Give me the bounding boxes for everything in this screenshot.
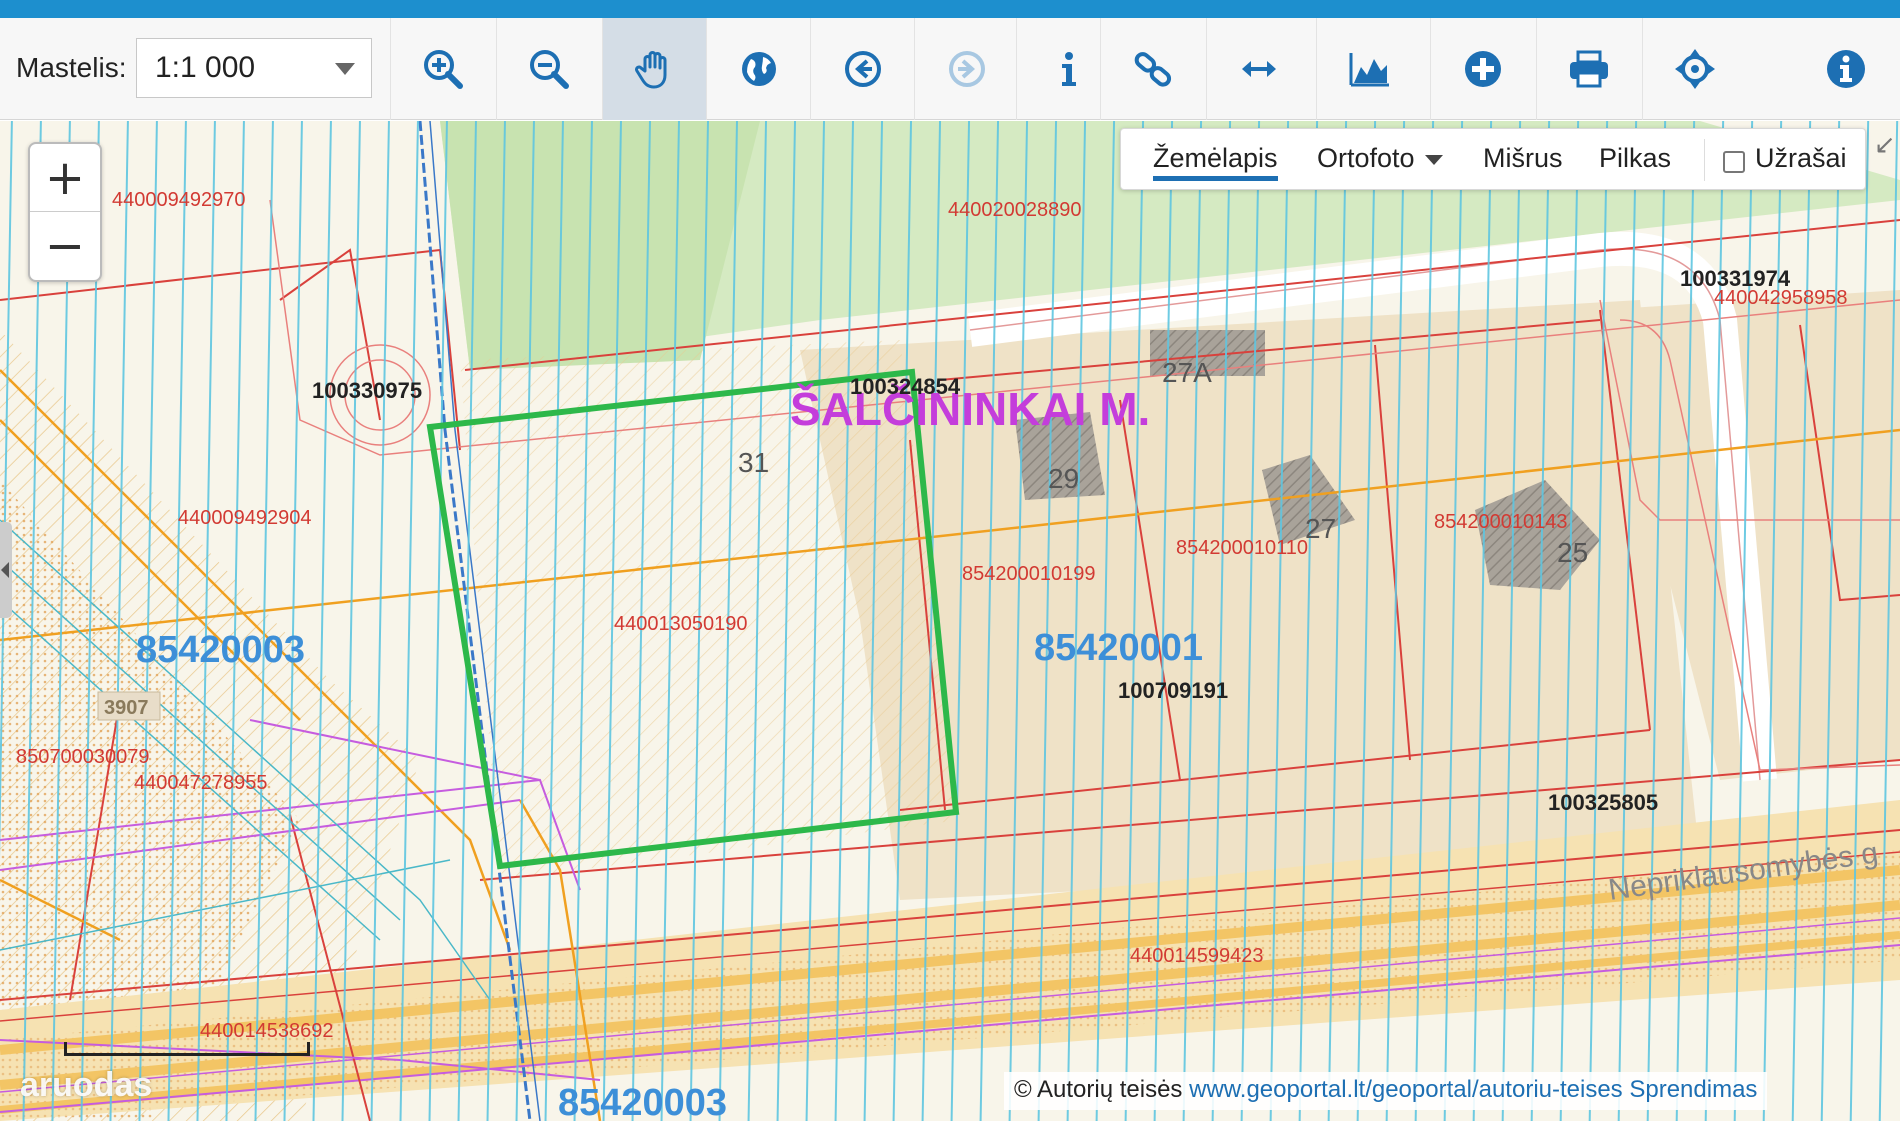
attribution-prefix: © Autorių teisės — [1014, 1076, 1183, 1103]
add-button[interactable] — [1430, 18, 1534, 120]
box-3907-label: 3907 — [104, 697, 149, 719]
object-label: 100324854 — [850, 374, 961, 399]
attribution-link[interactable]: www.geoportal.lt/geoportal/autoriu-teise… — [1189, 1076, 1623, 1103]
object-label: 100709191 — [1118, 678, 1228, 703]
town-label: ŠALČININKAI M. — [790, 383, 1150, 435]
about-button[interactable] — [1794, 18, 1898, 120]
side-panel-handle[interactable] — [0, 522, 12, 618]
basemap-misrus[interactable]: Mišrus — [1483, 143, 1563, 174]
print-icon — [1569, 50, 1608, 88]
parcel-label: 854200010143 — [1434, 511, 1567, 533]
full-extent-button[interactable] — [706, 18, 810, 120]
block-label-1: 85420003 — [136, 629, 305, 671]
parcel-label: 854200010110 — [1176, 537, 1308, 559]
top-accent-bar — [0, 0, 1900, 18]
locate-button[interactable] — [1642, 18, 1746, 120]
attribution: © Autorių teisės www.geoportal.lt/geopor… — [1004, 1072, 1768, 1110]
parcel-label: 440009492970 — [112, 189, 245, 211]
scale-label: Mastelis: — [16, 52, 127, 83]
print-button[interactable] — [1536, 18, 1640, 120]
watermark: aruodas — [20, 1066, 153, 1104]
zoom-control: + − — [28, 142, 102, 282]
notes-label: Užrašai — [1755, 143, 1847, 173]
switcher-divider — [1704, 139, 1705, 181]
zoom-out-button[interactable] — [496, 18, 600, 120]
map-canvas[interactable]: ŠALČININKAI M. Nepriklausomybės g 854200… — [0, 121, 1900, 1121]
block-label-2: 85420001 — [1034, 627, 1203, 669]
basemap-zemelapis[interactable]: Žemėlapis — [1153, 143, 1278, 181]
object-label: 100325805 — [1548, 790, 1658, 815]
map-layer: ŠALČININKAI M. Nepriklausomybės g 854200… — [0, 121, 1900, 1121]
parcel-label: 854200010199 — [962, 563, 1095, 585]
block-label-3: 85420003 — [558, 1082, 727, 1121]
house-27: 27 — [1305, 513, 1336, 544]
chevron-down-icon — [335, 63, 355, 75]
elevation-profile-icon — [1349, 53, 1389, 87]
locate-crosshair-icon — [1674, 49, 1715, 89]
stripe-overlay — [0, 121, 1900, 1121]
about-info-icon — [1827, 50, 1865, 88]
scale-value: 1:1 000 — [155, 51, 256, 84]
measure-distance-icon — [1241, 61, 1276, 77]
zoom-out-icon — [529, 50, 569, 89]
add-plus-icon — [1464, 51, 1501, 87]
info-i-icon — [1061, 52, 1076, 86]
object-label: 100331974 — [1680, 266, 1791, 291]
previous-extent-button[interactable] — [810, 18, 914, 120]
notes-checkbox[interactable] — [1723, 151, 1745, 173]
scale-select[interactable]: 1:1 000 — [136, 38, 372, 98]
house-31: 31 — [738, 447, 769, 478]
back-arrow-icon — [844, 51, 881, 87]
globe-icon — [741, 52, 776, 86]
link-button[interactable] — [1100, 18, 1204, 120]
pan-button[interactable] — [602, 18, 706, 120]
parcel-label: 440014599423 — [1130, 945, 1263, 967]
sprendimas-link[interactable]: Sprendimas — [1629, 1076, 1757, 1103]
parcel-label: 850700030079 — [16, 746, 149, 768]
zoom-in-icon — [423, 50, 463, 89]
zoom-plus-button[interactable]: + — [30, 144, 100, 212]
object-label: 100330975 — [312, 378, 422, 403]
parcel-label: 440013050190 — [614, 613, 747, 635]
scale-bar — [64, 1042, 310, 1056]
forward-arrow-icon — [948, 51, 985, 87]
parcel-label: 440009492904 — [178, 507, 311, 529]
house-27A: 27A — [1162, 357, 1212, 388]
parcel-label: 440020028890 — [948, 199, 1081, 221]
elevation-profile-button[interactable] — [1316, 18, 1420, 120]
caret-down-icon — [1424, 154, 1443, 165]
basemap-ortofoto[interactable]: Ortofoto — [1317, 143, 1443, 174]
next-extent-button[interactable] — [914, 18, 1018, 120]
basemap-ortofoto-label: Ortofoto — [1317, 143, 1415, 173]
zoom-in-button[interactable] — [390, 18, 494, 120]
basemap-switcher: Žemėlapis Ortofoto Mišrus Pilkas Užrašai — [1120, 128, 1866, 190]
collapse-arrow-icon[interactable]: ↙ — [1874, 130, 1896, 160]
link-icon — [1134, 52, 1171, 87]
basemap-pilkas[interactable]: Pilkas — [1599, 143, 1671, 174]
parcel-label: 440014538692 — [200, 1020, 333, 1042]
house-29: 29 — [1048, 463, 1079, 494]
map-toolbar: Mastelis: 1:1 000 — [0, 18, 1900, 120]
zoom-minus-button[interactable]: − — [30, 212, 100, 280]
parcel-label: 440047278955 — [134, 772, 267, 794]
pan-hand-icon — [634, 51, 666, 89]
house-25: 25 — [1557, 537, 1588, 568]
measure-button[interactable] — [1206, 18, 1310, 120]
